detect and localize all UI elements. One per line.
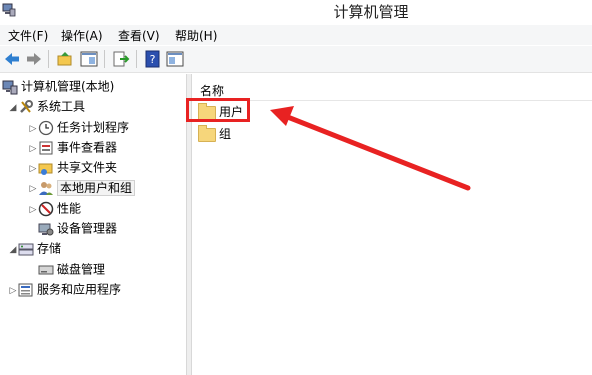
collapse-triangle-icon[interactable]: ◢ xyxy=(8,98,18,118)
services-icon xyxy=(18,283,33,296)
tree-label: 共享文件夹 xyxy=(57,160,118,175)
list-item-label: 组 xyxy=(219,127,232,141)
list-item-groups[interactable]: 组 xyxy=(198,124,231,144)
column-header-label: 名称 xyxy=(200,84,225,98)
tree-item-disk-management[interactable]: 磁盘管理 xyxy=(38,259,105,279)
up-folder-icon[interactable] xyxy=(56,50,74,68)
tree-item-root[interactable]: 计算机管理(本地) xyxy=(2,76,114,96)
menu-action[interactable]: 操作(A) xyxy=(61,27,103,44)
event-viewer-icon xyxy=(39,141,53,154)
toolbar: ? xyxy=(0,46,592,73)
folder-icon xyxy=(198,124,216,142)
tree-label: 任务计划程序 xyxy=(57,120,130,135)
expand-triangle-icon[interactable]: ▷ xyxy=(28,119,38,139)
tree-label-selected: 本地用户和组 xyxy=(57,179,136,196)
show-hide-action-pane-icon[interactable] xyxy=(166,50,184,68)
tree-item-shared-folders[interactable]: ▷ 共享文件夹 xyxy=(28,157,117,177)
menu-file[interactable]: 文件(F) xyxy=(8,27,48,44)
users-icon xyxy=(39,181,53,195)
tree-item-local-users-groups[interactable]: ▷ 本地用户和组 xyxy=(28,177,136,199)
tree-item-device-manager[interactable]: 设备管理器 xyxy=(38,218,117,238)
tools-icon xyxy=(20,99,33,113)
clock-icon xyxy=(38,120,54,135)
menu-help[interactable]: 帮助(H) xyxy=(175,27,217,44)
red-arrow-annotation xyxy=(270,106,471,191)
performance-icon xyxy=(38,201,54,216)
svg-text:?: ? xyxy=(150,53,156,66)
export-list-icon[interactable] xyxy=(112,50,130,68)
tree-item-storage[interactable]: ◢ 存储 xyxy=(8,238,61,258)
toolbar-separator xyxy=(104,50,105,68)
console-tree: 计算机管理(本地) ◢ 系统工具 ▷ 任务计划程序 ▷ 事件查看器 ▷ 共享文件… xyxy=(0,76,186,375)
tree-label: 存储 xyxy=(37,241,62,256)
menu-view[interactable]: 查看(V) xyxy=(118,27,160,44)
tree-item-performance[interactable]: ▷ 性能 xyxy=(28,198,81,218)
tree-item-system-tools[interactable]: ◢ 系统工具 xyxy=(8,96,85,116)
tree-label: 事件查看器 xyxy=(57,140,118,155)
tree-label: 服务和应用程序 xyxy=(37,282,122,297)
expand-triangle-icon[interactable]: ▷ xyxy=(8,281,18,301)
column-header-name[interactable]: 名称 xyxy=(192,80,592,101)
computer-management-icon xyxy=(2,80,18,94)
expand-triangle-icon[interactable]: ▷ xyxy=(28,200,38,220)
highlight-box xyxy=(186,98,250,122)
tree-label: 磁盘管理 xyxy=(57,262,106,277)
expand-triangle-icon[interactable]: ▷ xyxy=(28,139,38,159)
collapse-triangle-icon[interactable]: ◢ xyxy=(8,240,18,260)
tree-item-event-viewer[interactable]: ▷ 事件查看器 xyxy=(28,137,117,157)
expand-triangle-icon[interactable]: ▷ xyxy=(28,159,38,179)
window-title: 计算机管理 xyxy=(333,3,409,21)
back-arrow-icon[interactable] xyxy=(3,50,21,68)
forward-arrow-icon[interactable] xyxy=(25,50,43,68)
shared-folder-icon xyxy=(38,163,53,175)
tree-label: 计算机管理(本地) xyxy=(21,79,115,94)
storage-icon xyxy=(18,243,34,255)
expand-triangle-icon[interactable]: ▷ xyxy=(28,179,38,199)
tree-label: 系统工具 xyxy=(37,99,86,114)
tree-item-services-apps[interactable]: ▷ 服务和应用程序 xyxy=(8,279,121,299)
device-manager-icon xyxy=(38,223,54,235)
help-icon[interactable]: ? xyxy=(144,50,162,68)
show-hide-console-tree-icon[interactable] xyxy=(80,50,98,68)
disk-icon xyxy=(38,265,54,274)
toolbar-separator xyxy=(48,50,49,68)
title-bar: 计算机管理 xyxy=(0,0,592,24)
menu-bar: 文件(F) 操作(A) 查看(V) 帮助(H) xyxy=(0,25,592,45)
tree-label: 设备管理器 xyxy=(57,221,118,236)
toolbar-separator xyxy=(136,50,137,68)
tree-label: 性能 xyxy=(57,201,82,216)
tree-item-task-scheduler[interactable]: ▷ 任务计划程序 xyxy=(28,117,129,137)
